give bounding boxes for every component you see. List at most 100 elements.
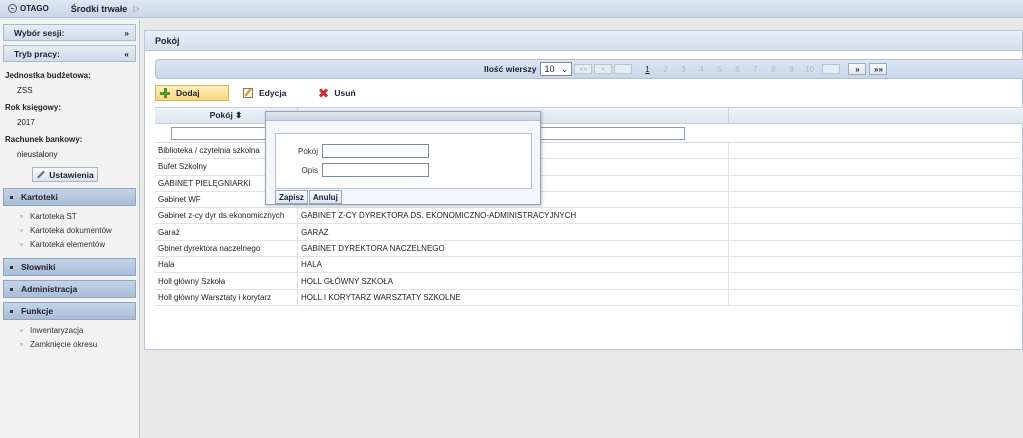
page-link[interactable]: 6: [728, 65, 746, 74]
bullet-icon: [20, 342, 23, 346]
table-row[interactable]: Gabinet z-cy dyr ds.ekonomicznych GABINET…: [155, 208, 1023, 225]
work-mode-label: Tryb pracy:: [14, 48, 60, 59]
page-link[interactable]: 4: [692, 65, 710, 74]
table-row[interactable]: Holl główny Szkoła HOLL GŁÓWNY SZKOŁA: [155, 273, 1023, 290]
section-title: Funkcje: [21, 306, 54, 316]
section-administracja[interactable]: Administracja: [3, 280, 136, 298]
section-bullet-icon: [10, 309, 13, 313]
room-field-input[interactable]: [322, 144, 429, 158]
description-cell: HOLL GŁÓWNY SZKOŁA: [298, 273, 729, 289]
next-page-button[interactable]: »: [848, 63, 867, 75]
column-header-extra: [729, 108, 1023, 123]
section-title: Słowniki: [21, 262, 56, 272]
nav-item-kartoteka-st[interactable]: Kartoteka ST: [0, 209, 139, 223]
table-row[interactable]: Gbinet dyrektora naczelnego GABINET DYREK…: [155, 240, 1023, 258]
pager: Ilość wierszy 10 ⌄ «« « 1 2 3 4 5 6 7 8 …: [155, 59, 1023, 79]
last-page-button[interactable]: »»: [869, 63, 888, 75]
description-field-row: Opis: [278, 163, 429, 177]
extra-cell: [729, 208, 1023, 223]
description-field-input[interactable]: [322, 163, 429, 177]
logo-icon: [8, 4, 17, 13]
table-row[interactable]: Hala HALA: [155, 257, 1023, 274]
expand-icon[interactable]: »: [124, 28, 129, 38]
collapse-icon[interactable]: «: [124, 49, 129, 59]
section-bullet-icon: [10, 265, 13, 269]
fiscal-year-label: Rok księgowy:: [5, 103, 62, 112]
breadcrumb-arrow-icon: ▷: [133, 4, 140, 13]
section-title: Administracja: [21, 284, 78, 294]
delete-icon: [318, 88, 328, 98]
extra-cell: [729, 273, 1023, 288]
page-link-current[interactable]: 1: [638, 65, 656, 74]
description-field-label: Opis: [301, 165, 318, 175]
room-cell: Holl główny Warsztaty i korytarz: [155, 289, 298, 305]
fiscal-year-value: 2017: [17, 118, 35, 127]
page-link[interactable]: 5: [710, 65, 728, 74]
table-row[interactable]: Garaż GARAŻ: [155, 224, 1023, 241]
page-link[interactable]: 8: [764, 65, 782, 74]
room-cell: Gbinet dyrektora naczelnego: [155, 240, 298, 257]
extra-cell: [729, 224, 1023, 239]
sidebar: Wybór sesji: » Tryb pracy: « Jednostka b…: [0, 20, 140, 438]
section-slowniki[interactable]: Słowniki: [3, 258, 136, 276]
section-bullet-icon: [10, 195, 13, 199]
extra-cell: [729, 290, 1023, 305]
description-cell: GARAŻ: [298, 224, 729, 240]
top-bar: OTAGO Środki trwałe ▷: [0, 0, 1023, 18]
nav-item-kartoteka-elementow[interactable]: Kartoteka elementów: [0, 237, 139, 251]
section-funkcje[interactable]: Funkcje: [3, 302, 136, 320]
session-select-label: Wybór sesji:: [14, 27, 65, 38]
page-link[interactable]: 2: [656, 65, 674, 74]
page-numbers: 1 2 3 4 5 6 7 8 9 10: [638, 65, 818, 74]
section-kartoteki[interactable]: Kartoteki: [3, 188, 136, 206]
section-kartoteki-items: Kartoteka ST Kartoteka dokumentów Kartot…: [0, 206, 139, 254]
cancel-button[interactable]: Anuluj: [308, 190, 342, 204]
extra-cell: [729, 159, 1023, 174]
add-icon: [160, 88, 170, 98]
first-page-button[interactable]: ««: [574, 64, 593, 74]
edit-button[interactable]: Edycja: [239, 85, 292, 101]
work-mode-header[interactable]: Tryb pracy: «: [3, 45, 136, 62]
room-field-label: Pokój: [297, 146, 318, 156]
delete-button[interactable]: Usuń: [314, 85, 361, 101]
extra-cell: [729, 257, 1023, 272]
bank-account-value: nieustalony: [17, 150, 58, 159]
add-button[interactable]: Dodaj: [155, 85, 229, 101]
toolbar: Dodaj Edycja Usuń: [155, 83, 1023, 103]
room-field-row: Pokój: [278, 144, 429, 158]
table-row[interactable]: Holl główny Warsztaty i korytarz HOLL I K…: [155, 289, 1023, 306]
page-link[interactable]: 3: [674, 65, 692, 74]
bullet-icon: [20, 242, 23, 246]
dialog-fieldset: Pokój Opis: [275, 133, 532, 189]
prev-page-button[interactable]: «: [594, 64, 613, 74]
logo-text: OTAGO: [20, 4, 49, 13]
section-bullet-icon: [10, 287, 13, 291]
save-button[interactable]: Zapisz: [275, 190, 308, 204]
description-cell: HALA: [298, 257, 729, 273]
extra-cell: [729, 241, 1023, 256]
extra-cell: [729, 143, 1023, 158]
page-spacer: [614, 64, 633, 74]
breadcrumb[interactable]: Środki trwałe: [71, 4, 128, 14]
session-select-header[interactable]: Wybór sesji: »: [3, 24, 136, 41]
bullet-icon: [20, 328, 23, 332]
rows-per-page-select[interactable]: 10 ⌄: [540, 62, 573, 76]
nav-item-inwentaryzacja[interactable]: Inwentaryzacja: [0, 323, 139, 337]
description-cell: GABINET Z-CY DYREKTORA DS. EKONOMICZNO-A…: [298, 208, 729, 224]
page-link[interactable]: 7: [746, 65, 764, 74]
page-link[interactable]: 9: [782, 65, 800, 74]
description-cell: GABINET DYREKTORA NACZELNEGO: [298, 240, 729, 257]
dialog-title-bar[interactable]: [266, 112, 540, 121]
app-logo[interactable]: OTAGO: [8, 4, 49, 13]
section-title: Kartoteki: [21, 192, 58, 202]
budget-unit-value: ZSS: [17, 86, 33, 95]
nav-item-kartoteka-dokumentow[interactable]: Kartoteka dokumentów: [0, 223, 139, 237]
edit-icon: [243, 88, 253, 98]
nav-item-zamkniecie-okresu[interactable]: Zamknięcie okresu: [0, 337, 139, 351]
settings-button[interactable]: Ustawienia: [32, 167, 98, 182]
bullet-icon: [20, 214, 23, 218]
dialog-buttons: Zapisz Anuluj: [275, 190, 343, 204]
page-link[interactable]: 10: [800, 65, 818, 74]
extra-cell: [729, 192, 1023, 207]
settings-button-label: Ustawienia: [49, 169, 94, 180]
